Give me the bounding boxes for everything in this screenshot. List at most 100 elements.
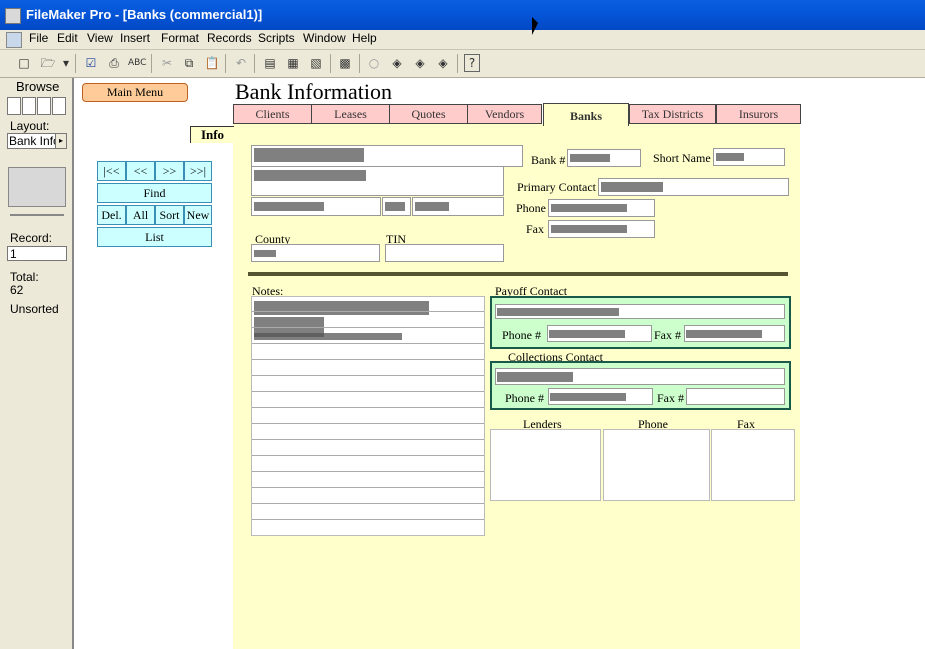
- app-icon[interactable]: [5, 8, 21, 24]
- delete-button[interactable]: Del.: [97, 205, 126, 225]
- tab-clients[interactable]: Clients: [233, 104, 312, 124]
- menu-bar: File Edit View Insert Format Records Scr…: [0, 30, 925, 50]
- menu-format[interactable]: Format: [159, 31, 201, 45]
- copy-icon[interactable]: ⧉: [180, 54, 198, 72]
- payoff-phone-field[interactable]: [547, 325, 652, 342]
- find-records-icon[interactable]: ◈: [388, 54, 406, 72]
- tab-leases[interactable]: Leases: [311, 104, 390, 124]
- redacted-text: [415, 202, 449, 211]
- collections-fax-field[interactable]: [686, 388, 785, 405]
- tin-field[interactable]: [385, 244, 504, 262]
- find-all-icon[interactable]: ◈: [411, 54, 429, 72]
- print-icon[interactable]: ⎙: [105, 54, 123, 72]
- undo-icon[interactable]: ↶: [232, 54, 250, 72]
- notes-field[interactable]: [251, 296, 485, 536]
- tab-banks[interactable]: Banks: [543, 103, 629, 126]
- status-area: Browse Layout: Bank Info ▸ Record: 1 Tot…: [0, 78, 74, 649]
- city-field[interactable]: [251, 197, 381, 216]
- redacted-text: [716, 153, 744, 161]
- spellcheck-icon[interactable]: ABC: [128, 54, 146, 72]
- layout-mode-icon[interactable]: [37, 97, 51, 115]
- redacted-text: [254, 333, 402, 340]
- paste-icon[interactable]: 📋: [203, 54, 221, 72]
- checkbox-icon[interactable]: ☑: [82, 54, 100, 72]
- mode-label: Browse: [16, 79, 60, 94]
- new-record-button[interactable]: New: [184, 205, 212, 225]
- popup-arrow-icon: ▸: [55, 134, 66, 148]
- short-name-field[interactable]: [713, 148, 785, 166]
- new-file-icon[interactable]: □: [15, 54, 33, 72]
- delete-record-icon[interactable]: ▧: [307, 54, 325, 72]
- open-dropdown-icon[interactable]: ▾: [60, 54, 72, 72]
- record-slider[interactable]: [10, 214, 64, 216]
- address-field[interactable]: [251, 166, 504, 196]
- collections-fax-label: Fax #: [657, 391, 684, 405]
- primary-contact-label: Primary Contact: [517, 180, 596, 194]
- layout-popup[interactable]: Bank Info ▸: [7, 133, 67, 149]
- tab-insurors[interactable]: Insurors: [716, 104, 801, 124]
- find-button[interactable]: Find: [97, 183, 212, 203]
- menu-view[interactable]: View: [85, 31, 115, 45]
- menu-scripts[interactable]: Scripts: [256, 31, 297, 45]
- record-number-field[interactable]: 1: [7, 246, 67, 261]
- omit-record-icon[interactable]: ◈: [434, 54, 452, 72]
- duplicate-record-icon[interactable]: ▦: [284, 54, 302, 72]
- layout-label: Layout:: [10, 119, 50, 133]
- tab-vendors[interactable]: Vendors: [467, 104, 542, 124]
- lenders-phone-column[interactable]: [603, 429, 710, 501]
- sort-button[interactable]: Sort: [155, 205, 184, 225]
- browse-mode-icon[interactable]: [7, 97, 21, 115]
- payoff-fax-field[interactable]: [684, 325, 785, 342]
- primary-contact-field[interactable]: [598, 178, 789, 196]
- zip-field[interactable]: [412, 197, 504, 216]
- fax-field[interactable]: [548, 220, 655, 238]
- redacted-text: [254, 202, 324, 211]
- lenders-name-column[interactable]: [490, 429, 601, 501]
- last-record-button[interactable]: >>|: [184, 161, 212, 181]
- document-icon[interactable]: [6, 32, 22, 48]
- menu-help[interactable]: Help: [350, 31, 379, 45]
- find-mode-icon[interactable]: [22, 97, 36, 115]
- first-record-button[interactable]: |<<: [97, 161, 126, 181]
- collections-phone-field[interactable]: [548, 388, 653, 405]
- next-record-button[interactable]: >>: [155, 161, 184, 181]
- menu-records[interactable]: Records: [205, 31, 254, 45]
- book-icon[interactable]: [8, 167, 66, 207]
- help-icon[interactable]: ?: [464, 54, 480, 72]
- cut-icon[interactable]: ✂: [158, 54, 176, 72]
- tab-tax-districts[interactable]: Tax Districts: [629, 104, 716, 124]
- bank-number-field[interactable]: [567, 149, 641, 167]
- bank-name-field[interactable]: [251, 145, 523, 167]
- state-field[interactable]: [382, 197, 411, 216]
- previous-record-button[interactable]: <<: [126, 161, 155, 181]
- payoff-contact-name-field[interactable]: [495, 304, 785, 319]
- collections-contact-name-field[interactable]: [495, 368, 785, 385]
- county-field[interactable]: [251, 244, 380, 262]
- phone-field[interactable]: [548, 199, 655, 217]
- redacted-text: [385, 202, 405, 211]
- menu-window[interactable]: Window: [301, 31, 348, 45]
- main-menu-button[interactable]: Main Menu: [82, 83, 188, 102]
- redacted-text: [254, 170, 366, 181]
- section-divider: [248, 272, 788, 276]
- info-tab[interactable]: Info: [190, 126, 234, 143]
- toolbar: □ 🗁 ▾ ☑ ⎙ ABC ✂ ⧉ 📋 ↶ ▤ ▦ ▧ ▩ ○ ◈ ◈ ◈ ?: [0, 50, 925, 78]
- preview-mode-icon[interactable]: [52, 97, 66, 115]
- notes-rule: [252, 471, 484, 472]
- show-all-button[interactable]: All: [126, 205, 155, 225]
- menu-file[interactable]: File: [27, 31, 50, 45]
- menu-insert[interactable]: Insert: [118, 31, 152, 45]
- lock-icon[interactable]: ○: [365, 54, 383, 72]
- lenders-fax-column[interactable]: [711, 429, 795, 501]
- redacted-text: [551, 204, 627, 212]
- new-record-icon[interactable]: ▤: [261, 54, 279, 72]
- toolbar-separator: [457, 54, 458, 73]
- open-folder-icon[interactable]: 🗁: [39, 54, 57, 72]
- tab-quotes[interactable]: Quotes: [389, 104, 468, 124]
- notes-rule: [252, 423, 484, 424]
- sort-records-icon[interactable]: ▩: [336, 54, 354, 72]
- menu-edit[interactable]: Edit: [55, 31, 80, 45]
- redacted-text: [254, 301, 429, 315]
- record-label: Record:: [10, 231, 53, 245]
- list-button[interactable]: List: [97, 227, 212, 247]
